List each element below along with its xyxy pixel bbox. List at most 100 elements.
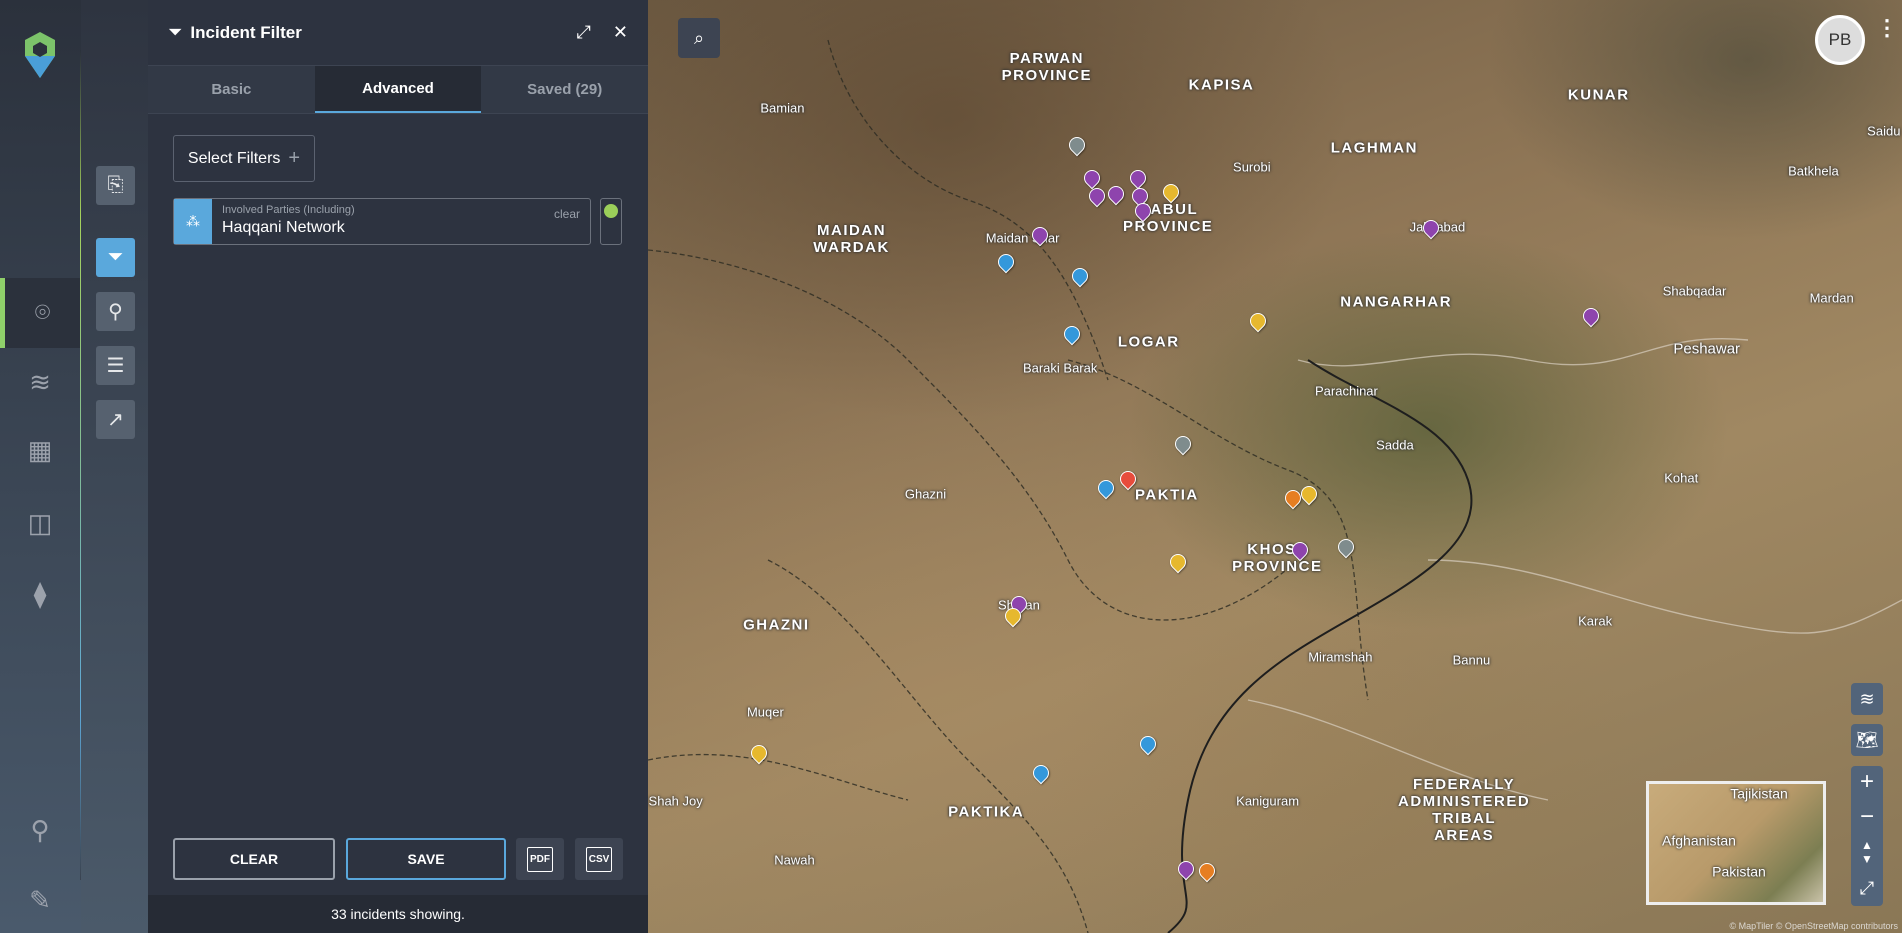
- select-filters-button[interactable]: Select Filters +: [173, 135, 315, 182]
- csv-icon: CSV: [585, 846, 613, 872]
- export-pdf-button[interactable]: PDF: [516, 838, 564, 880]
- sidebar-item-dashboard[interactable]: ◫: [0, 491, 80, 555]
- compass-button[interactable]: ▲ ▼: [1851, 836, 1883, 868]
- map-label: Miramshah: [1308, 649, 1373, 665]
- fullscreen-icon: ⤢: [1859, 877, 1875, 898]
- map-label: Saidu: [1867, 123, 1901, 139]
- map-label: PARWAN PROVINCE: [1001, 49, 1092, 84]
- map-view[interactable]: PARWAN PROVINCE KAPISA KUNAR Bamian Suro…: [648, 0, 1902, 933]
- tab-saved[interactable]: Saved (29): [481, 66, 648, 113]
- map-pin-icon: ⌾: [34, 297, 51, 327]
- map-label: Kaniguram: [1236, 793, 1300, 809]
- zoom-in-button[interactable]: +: [1851, 766, 1883, 798]
- map-pin-icon: ⚲: [108, 301, 123, 323]
- building-icon: ▦: [27, 434, 53, 465]
- sidebar-item-buildings[interactable]: ▦: [0, 418, 80, 482]
- minimap-label: Afghanistan: [1662, 832, 1736, 849]
- map-label: KHOST PROVINCE: [1232, 540, 1323, 575]
- save-button[interactable]: SAVE: [346, 838, 506, 880]
- map-label: Maidan Shar: [985, 230, 1060, 246]
- sort-button[interactable]: ☰: [96, 346, 135, 385]
- tab-advanced[interactable]: Advanced: [314, 66, 482, 113]
- trends-button[interactable]: ↗: [96, 400, 135, 439]
- map-search-button[interactable]: ⌕: [678, 18, 720, 58]
- avatar-initials: PB: [1828, 30, 1852, 49]
- minimap-label: Pakistan: [1712, 863, 1766, 880]
- select-filters-label: Select Filters: [187, 149, 281, 167]
- main-sidebar: ⌾ ≋ ▦ ◫ ⧫ ⚲ ✎: [0, 0, 82, 933]
- map-label: Ghazni: [904, 486, 947, 502]
- filter-gear-icon: ⏷: [168, 22, 183, 42]
- zoom-out-button[interactable]: −: [1851, 801, 1883, 833]
- map-label: NANGARHAR: [1340, 293, 1453, 311]
- pin-layers-icon: ⧫: [33, 578, 47, 609]
- map-label: PAKTIKA: [948, 803, 1025, 820]
- sidebar-item-report-location[interactable]: ⚲: [0, 798, 80, 862]
- map-layers-button[interactable]: ≋: [1851, 683, 1883, 715]
- pdf-icon: PDF: [527, 846, 553, 872]
- user-avatar[interactable]: PB: [1815, 15, 1865, 65]
- layout-icon: ◫: [27, 507, 53, 538]
- filter-active-toggle[interactable]: [600, 198, 622, 245]
- layers-icon: ≋: [1859, 688, 1875, 709]
- bar-list-icon: ☰: [106, 355, 125, 377]
- map-attribution[interactable]: © MapTiler © OpenStreetMap contributors: [1730, 921, 1899, 931]
- map-icon: 🗺: [1855, 729, 1879, 750]
- map-label: Shah Joy: [648, 793, 703, 809]
- sidebar-item-layers[interactable]: ≋: [0, 350, 80, 414]
- map-document-icon: ⎘: [107, 174, 124, 196]
- incident-filter-panel: ⏷ Incident Filter ⤢ ✕ Basic Advanced Sav…: [148, 0, 648, 933]
- filter-value: Haqqani Network: [222, 219, 345, 236]
- map-label: Bannu: [1452, 652, 1491, 668]
- app-logo[interactable]: [22, 30, 58, 85]
- map-label: Peshawar: [1673, 340, 1741, 358]
- trend-up-icon: ↗: [107, 409, 124, 431]
- basemap-button[interactable]: 🗺: [1851, 724, 1883, 756]
- map-label: MAIDAN WARDAK: [813, 221, 890, 256]
- feedback-icon: ✎: [29, 884, 51, 915]
- map-label: LOGAR: [1117, 333, 1180, 351]
- more-menu-icon[interactable]: ⋮: [1876, 17, 1898, 39]
- plus-icon: +: [288, 147, 301, 169]
- map-label: FEDERALLY ADMINISTERED TRIBAL AREAS: [1398, 776, 1531, 845]
- overview-minimap[interactable]: Tajikistan Afghanistan Pakistan: [1646, 781, 1826, 905]
- map-label: Nawah: [774, 852, 815, 868]
- sidebar-item-incidents[interactable]: ⌾: [0, 278, 80, 348]
- map-label: KUNAR: [1567, 86, 1630, 104]
- map-label: Surobi: [1233, 159, 1271, 175]
- sidebar-item-feedback[interactable]: ✎: [0, 868, 80, 932]
- panel-title: Incident Filter: [190, 22, 302, 42]
- map-label: Muqer: [746, 704, 784, 720]
- tool-column: ⎘ ⏷ ⚲ ☰ ↗: [81, 0, 148, 933]
- tab-basic[interactable]: Basic: [148, 66, 315, 113]
- clear-button[interactable]: CLEAR: [173, 838, 335, 880]
- map-label: Karak: [1578, 613, 1613, 629]
- map-label: Baraki Barak: [1022, 360, 1098, 376]
- map-label: Batkhela: [1788, 163, 1839, 179]
- map-label: Shabqadar: [1662, 283, 1727, 299]
- compass-icon: ▲ ▼: [1861, 838, 1873, 866]
- filter-gear-icon: ⏷: [107, 246, 124, 268]
- location-button[interactable]: ⚲: [96, 292, 135, 331]
- export-csv-button[interactable]: CSV: [575, 838, 623, 880]
- minimap-label: Tajikistan: [1730, 785, 1788, 802]
- location-icon: ⚲: [30, 814, 50, 845]
- close-icon[interactable]: ✕: [613, 22, 628, 43]
- sidebar-item-location-layers[interactable]: ⧫: [0, 562, 80, 626]
- add-incident-button[interactable]: ⎘: [96, 166, 135, 205]
- incident-filter-button[interactable]: ⏷: [96, 238, 135, 277]
- zoom-search-icon: ⌕: [693, 27, 705, 48]
- map-label: Kohat: [1664, 470, 1699, 486]
- map-label: GHAZNI: [743, 616, 810, 634]
- filter-label: Involved Parties (Including): [222, 204, 355, 216]
- fullscreen-button[interactable]: ⤢: [1851, 872, 1883, 904]
- zoom-controls: + − ▲ ▼ ⤢: [1851, 766, 1883, 906]
- map-label: Sadda: [1376, 437, 1414, 453]
- map-label: LAGHMAN: [1330, 139, 1418, 157]
- clear-filter-link[interactable]: clear: [554, 207, 580, 221]
- status-bar: 33 incidents showing.: [148, 895, 648, 933]
- layers-icon: ≋: [29, 366, 51, 397]
- expand-icon[interactable]: ⤢: [577, 22, 591, 43]
- network-icon: ⁂: [174, 199, 212, 244]
- filter-involved-parties[interactable]: ⁂ Involved Parties (Including) Haqqani N…: [173, 198, 591, 245]
